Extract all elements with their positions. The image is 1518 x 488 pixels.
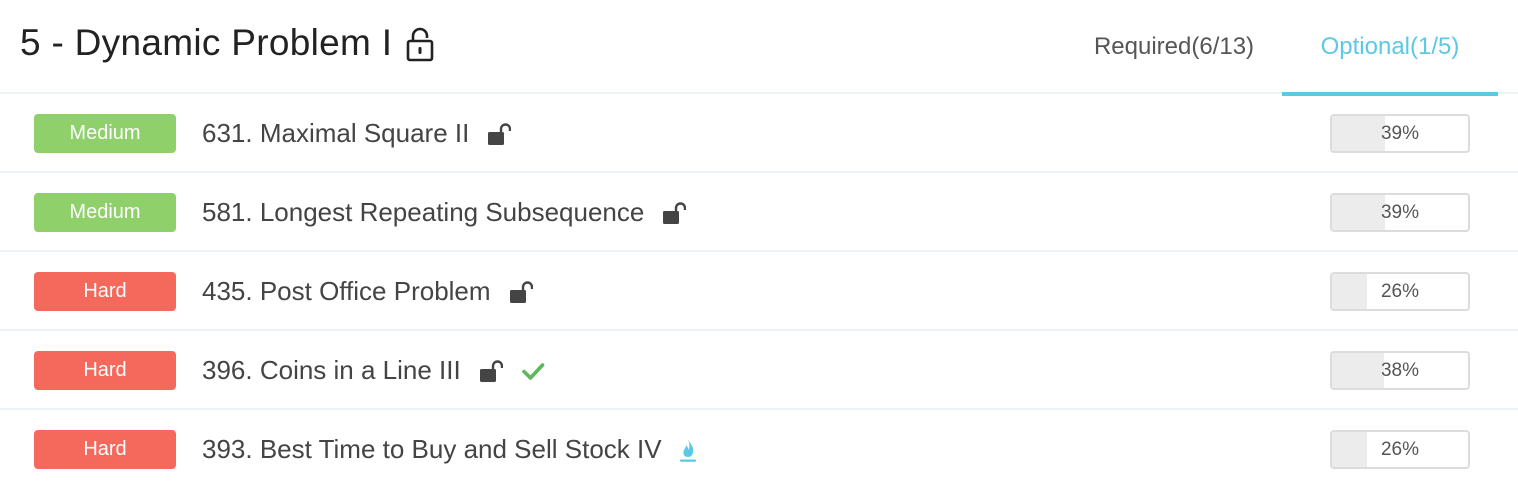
problem-title-wrap: 631. Maximal Square II bbox=[202, 94, 512, 173]
progress-text: 39% bbox=[1380, 122, 1420, 144]
difficulty-badge: Medium bbox=[34, 114, 176, 153]
tab-required[interactable]: Required(6/13) bbox=[1066, 0, 1282, 94]
acceptance-progress: 26% bbox=[1330, 272, 1470, 311]
tab-bar: Required(6/13) Optional(1/5) bbox=[1066, 0, 1498, 96]
acceptance-progress: 39% bbox=[1330, 193, 1470, 232]
unlock-icon bbox=[479, 359, 503, 382]
problem-title-link[interactable]: 581. Longest Repeating Subsequence bbox=[202, 197, 644, 228]
tab-optional[interactable]: Optional(1/5) bbox=[1282, 0, 1498, 96]
problem-row: Hard 435. Post Office Problem 26% bbox=[0, 252, 1518, 331]
difficulty-badge: Medium bbox=[34, 193, 176, 232]
problem-title-link[interactable]: 631. Maximal Square II bbox=[202, 118, 469, 149]
page-header: 5 - Dynamic Problem I Required(6/13) Opt… bbox=[0, 0, 1518, 96]
progress-text: 26% bbox=[1380, 438, 1420, 460]
problem-title-wrap: 435. Post Office Problem bbox=[202, 252, 533, 331]
unlock-icon bbox=[488, 122, 512, 145]
problem-title-wrap: 396. Coins in a Line III bbox=[202, 331, 545, 410]
problem-row: Medium 631. Maximal Square II 39% bbox=[0, 94, 1518, 173]
problem-title-link[interactable]: 396. Coins in a Line III bbox=[202, 355, 461, 386]
padlock-icon bbox=[406, 27, 434, 62]
unlock-icon bbox=[663, 201, 687, 224]
unlock-icon bbox=[509, 280, 533, 303]
difficulty-badge: Hard bbox=[34, 430, 176, 469]
problem-row: Hard 396. Coins in a Line III 38% bbox=[0, 331, 1518, 410]
flame-icon bbox=[679, 438, 696, 462]
acceptance-progress: 38% bbox=[1330, 351, 1470, 390]
progress-text: 39% bbox=[1380, 201, 1420, 223]
problem-title-wrap: 393. Best Time to Buy and Sell Stock IV bbox=[202, 410, 698, 488]
problem-title-link[interactable]: 435. Post Office Problem bbox=[202, 276, 491, 307]
problem-title-wrap: 581. Longest Repeating Subsequence bbox=[202, 173, 687, 252]
page-title: 5 - Dynamic Problem I bbox=[20, 22, 393, 63]
difficulty-badge: Hard bbox=[34, 351, 176, 390]
problem-title-link[interactable]: 393. Best Time to Buy and Sell Stock IV bbox=[202, 434, 662, 465]
title-wrap: 5 - Dynamic Problem I bbox=[20, 22, 434, 64]
acceptance-progress: 39% bbox=[1330, 114, 1470, 153]
progress-text: 38% bbox=[1380, 359, 1420, 381]
problem-row: Hard 393. Best Time to Buy and Sell Stoc… bbox=[0, 410, 1518, 488]
difficulty-badge: Hard bbox=[34, 272, 176, 311]
problem-list: Medium 631. Maximal Square II 39% Medium… bbox=[0, 94, 1518, 488]
problem-row: Medium 581. Longest Repeating Subsequenc… bbox=[0, 173, 1518, 252]
progress-text: 26% bbox=[1380, 280, 1420, 302]
check-icon bbox=[521, 362, 545, 380]
acceptance-progress: 26% bbox=[1330, 430, 1470, 469]
